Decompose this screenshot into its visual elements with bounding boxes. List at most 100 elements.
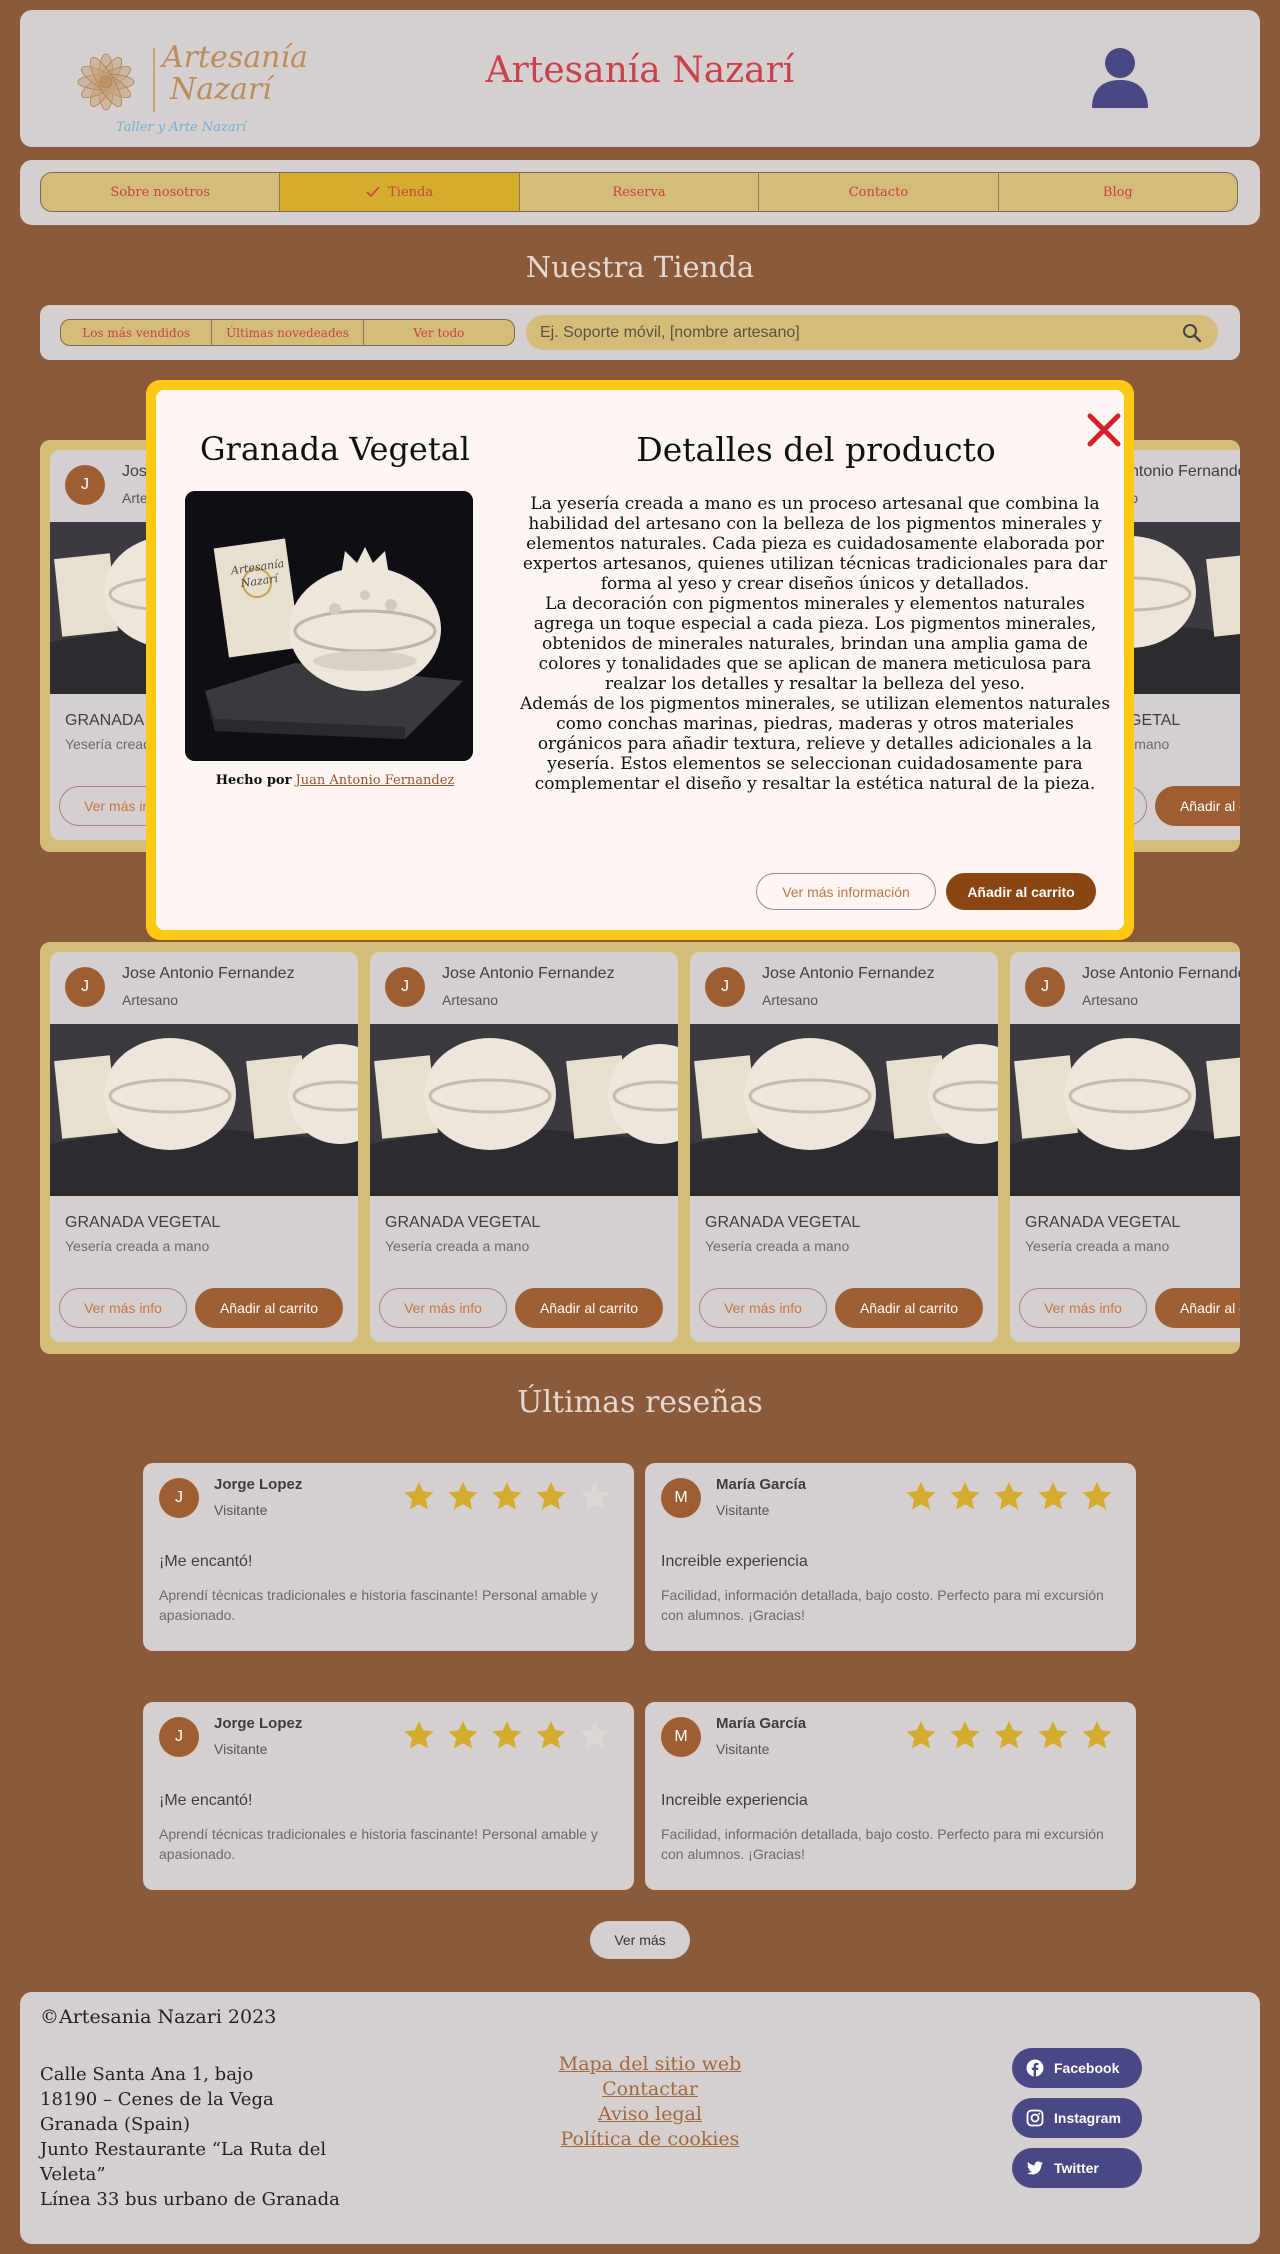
search-box	[526, 315, 1218, 350]
review-card: J Jorge Lopez Visitante ¡Me encantó! Aprendí…	[143, 1463, 634, 1651]
search-icon[interactable]	[1182, 323, 1202, 343]
nav-item-blog[interactable]: Blog	[999, 173, 1237, 211]
social-label: Instagram	[1054, 2110, 1121, 2126]
nav-item-reserva[interactable]: Reserva	[520, 173, 760, 211]
nav-item-contacto[interactable]: Contacto	[759, 173, 999, 211]
add-to-cart-button[interactable]: Añadir al carrito	[1155, 786, 1240, 826]
product-image[interactable]	[690, 1024, 998, 1196]
artist-credit: Hecho por Juan Antonio Fernandez	[170, 773, 500, 788]
more-info-button[interactable]: Ver más info	[1019, 1288, 1147, 1328]
star-filled-icon	[906, 1482, 936, 1510]
review-text: Aprendí técnicas tradicionales e histori…	[159, 1826, 598, 1862]
reviewer-role: Visitante	[214, 1502, 268, 1518]
address-line: Junto Restaurante “La Ruta del	[40, 2139, 327, 2160]
star-filled-icon	[906, 1721, 936, 1749]
twitter-button[interactable]: Twitter	[1012, 2148, 1142, 2188]
review-headline: ¡Me encantó!	[159, 1553, 253, 1570]
contact-link[interactable]: Contactar	[602, 2077, 698, 2102]
filter-best-sellers[interactable]: Los más vendidos	[61, 320, 213, 345]
reviewer-role: Visitante	[716, 1502, 770, 1518]
product-modal: Granada Vegetal Artesanía Nazarí Hecho p…	[146, 380, 1134, 940]
star-filled-icon	[404, 1482, 434, 1510]
reviewer-avatar: J	[159, 1478, 199, 1518]
artist-avatar: J	[65, 465, 105, 505]
more-info-button[interactable]: Ver más información	[756, 873, 936, 910]
facebook-button[interactable]: Facebook	[1012, 2048, 1142, 2088]
nav-label: Blog	[1102, 184, 1133, 200]
product-name: GRANADA VEGETAL	[705, 1214, 861, 1231]
more-info-button[interactable]: Ver más info	[59, 1288, 187, 1328]
product-thumbnail	[50, 1024, 358, 1196]
product-row: J Jose Antonio Fernandez Artesano GRANADA V…	[40, 942, 1240, 1354]
modal-product-title: Granada Vegetal	[199, 430, 471, 468]
store-title: Nuestra Tienda	[525, 250, 755, 284]
user-account-icon[interactable]	[1090, 46, 1150, 110]
star-filled-icon	[536, 1721, 566, 1749]
nav-item-tienda[interactable]: Tienda	[280, 173, 520, 211]
reviewer-role: Visitante	[716, 1741, 770, 1757]
filter-view-all[interactable]: Ver todo	[364, 320, 514, 345]
add-to-cart-button[interactable]: Añadir al carrito	[195, 1288, 343, 1328]
address-line: Veleta”	[40, 2164, 106, 2185]
product-description: La yesería creada a mano es un proceso a…	[518, 494, 1112, 794]
more-info-button[interactable]: Ver más info	[699, 1288, 827, 1328]
sitemap-link[interactable]: Mapa del sitio web	[559, 2052, 742, 2077]
logo-tagline: Taller y Arte Nazarí	[116, 120, 246, 135]
site-footer: ©Artesania Nazari 2023 Calle Santa Ana 1…	[20, 1992, 1260, 2244]
product-card[interactable]: J Jose Antonio Fernandez Artesano GRANADA V…	[1010, 952, 1240, 1342]
more-info-button[interactable]: Ver más info	[379, 1288, 507, 1328]
add-to-cart-button[interactable]: Añadir al carrito	[1155, 1288, 1240, 1328]
nav-label: Reserva	[612, 184, 666, 200]
add-to-cart-button[interactable]: Añadir al carrito	[515, 1288, 663, 1328]
credit-prefix: Hecho por	[215, 773, 292, 788]
site-header: Artesanía Nazarí Taller y Arte Nazarí Ar…	[20, 10, 1260, 147]
see-more-reviews-button[interactable]: Ver más	[590, 1921, 690, 1959]
filter-latest[interactable]: Últimas novedeades	[212, 320, 364, 345]
nav-item-sobre-nosotros[interactable]: Sobre nosotros	[41, 173, 281, 211]
reviewer-avatar: J	[159, 1717, 199, 1757]
filter-bar: Los más vendidos Últimas novedeades Ver …	[40, 305, 1240, 360]
nav-label: Contacto	[848, 184, 909, 200]
star-filled-icon	[492, 1721, 522, 1749]
description-paragraph: Además de los pigmentos minerales, se ut…	[519, 694, 1111, 794]
product-card[interactable]: J Jose Antonio Fernandez Artesano GRANADA V…	[690, 952, 998, 1342]
star-filled-icon	[950, 1721, 980, 1749]
star-filled-icon	[404, 1721, 434, 1749]
address-line: Calle Santa Ana 1, bajo	[40, 2064, 254, 2085]
product-description: Yesería creada a mano	[705, 1238, 850, 1254]
product-card[interactable]: J Jose Antonio Fernandez Artesano GRANADA V…	[370, 952, 678, 1342]
search-input[interactable]	[540, 315, 1160, 350]
product-name: GRANADA VEGETAL	[1025, 1214, 1181, 1231]
legal-notice-link[interactable]: Aviso legal	[598, 2102, 702, 2127]
instagram-button[interactable]: Instagram	[1012, 2098, 1142, 2138]
product-card[interactable]: J Jose Antonio Fernandez Artesano GRANADA V…	[50, 952, 358, 1342]
description-paragraph: La yesería creada a mano es un proceso a…	[522, 494, 1108, 594]
site-title: Artesanía Nazarí	[485, 50, 795, 91]
artist-link[interactable]: Juan Antonio Fernandez	[296, 773, 455, 788]
pomegranate-image: Artesanía Nazarí	[185, 491, 473, 761]
star-filled-icon	[1038, 1721, 1068, 1749]
artist-role: Artesano	[762, 992, 819, 1008]
artist-name: Jose Antonio Fernandez	[122, 965, 295, 982]
add-to-cart-button[interactable]: Añadir al carrito	[946, 873, 1096, 910]
product-image[interactable]	[1010, 1024, 1240, 1196]
star-empty-icon	[580, 1721, 610, 1749]
details-title: Detalles del producto	[636, 430, 996, 469]
social-label: Twitter	[1054, 2160, 1099, 2176]
star-rating	[905, 1481, 1113, 1511]
address-line: Granada (Spain)	[40, 2114, 190, 2135]
product-image[interactable]	[50, 1024, 358, 1196]
add-to-cart-button[interactable]: Añadir al carrito	[835, 1288, 983, 1328]
review-headline: Increible experiencia	[661, 1792, 808, 1809]
twitter-icon	[1027, 2161, 1043, 2175]
address: Calle Santa Ana 1, bajo 18190 – Cenes de…	[40, 2062, 340, 2212]
cookie-policy-link[interactable]: Política de cookies	[561, 2127, 740, 2152]
artist-avatar: J	[705, 967, 745, 1007]
star-filled-icon	[994, 1721, 1024, 1749]
instagram-icon	[1026, 2109, 1044, 2127]
reviewer-name: María García	[716, 1715, 807, 1732]
star-filled-icon	[448, 1482, 478, 1510]
product-description: Yesería creada a mano	[65, 1238, 210, 1254]
nav-bar: Sobre nosotros Tienda Reserva Contacto B…	[40, 172, 1238, 212]
product-image[interactable]	[370, 1024, 678, 1196]
